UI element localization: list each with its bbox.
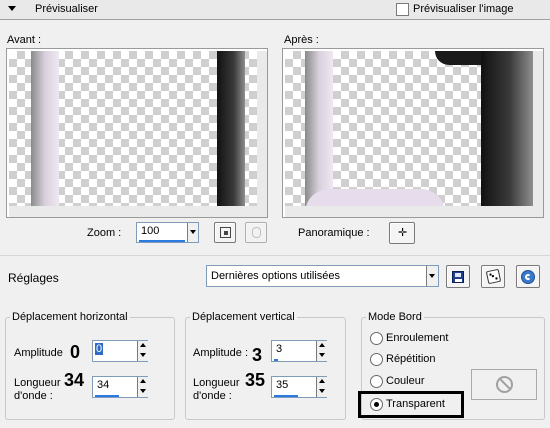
preview-image-label[interactable]: Prévisualiser l'image [413, 3, 514, 15]
settings-divider [0, 255, 550, 256]
vertical-wavelength-bar [274, 395, 298, 397]
zoom-dropdown-button[interactable] [187, 223, 198, 242]
after-vertical-scrollbar[interactable] [533, 51, 543, 217]
save-preset-button[interactable] [446, 265, 470, 288]
vertical-wavelength-label-1: Longueur [193, 377, 240, 389]
save-disk-icon [452, 271, 464, 283]
horizontal-amplitude-value[interactable]: 0 [95, 343, 104, 355]
horizontal-title: Déplacement horizontal [10, 311, 130, 323]
zoom-value[interactable]: 100 [141, 225, 159, 237]
preset-dropdown-button[interactable] [426, 266, 438, 286]
horizontal-wavelength-bar [95, 395, 119, 397]
pan-label: Panoramique : [298, 227, 370, 239]
random-button[interactable] [481, 265, 505, 288]
radio-repetition[interactable] [370, 353, 383, 366]
pan-button[interactable]: ✛ [389, 222, 415, 244]
spin-up-icon[interactable] [319, 379, 325, 383]
vertical-amplitude-value[interactable]: 3 [276, 343, 282, 355]
vertical-wavelength-arrows[interactable] [316, 377, 327, 397]
radio-transparent[interactable] [370, 398, 383, 411]
vertical-title: Déplacement vertical [190, 311, 297, 323]
dropdown-arrow-icon [190, 230, 196, 234]
horizontal-wavelength-stepper[interactable]: 34 [92, 376, 148, 398]
preview-title: Prévisualiser [35, 3, 98, 15]
fit-window-icon [220, 227, 231, 238]
dice-icon [485, 268, 502, 285]
zoom-level-bar [139, 240, 185, 242]
vertical-amplitude-stepper[interactable]: 3 [271, 340, 327, 362]
spin-down-icon[interactable] [140, 389, 146, 393]
after-bar-dark [481, 51, 533, 206]
horizontal-amplitude-stepper[interactable]: 0 [92, 340, 148, 362]
edge-option-repetition[interactable]: Répétition [386, 353, 436, 365]
vertical-amplitude-bar [274, 359, 278, 361]
vertical-wavelength-value[interactable]: 35 [276, 379, 288, 391]
horizontal-wavelength-annotation: 34 [64, 370, 85, 390]
magnifier-icon [252, 227, 261, 238]
horizontal-wavelength-arrows[interactable] [137, 377, 148, 397]
zoom-label: Zoom : [87, 227, 122, 239]
zoom-tool-button[interactable] [245, 222, 267, 243]
vertical-wavelength-annotation: 35 [245, 370, 266, 390]
vertical-group [185, 317, 346, 420]
radio-couleur[interactable] [370, 375, 383, 388]
collapse-arrow-icon[interactable] [8, 6, 16, 11]
spin-down-icon[interactable] [140, 353, 146, 357]
vertical-amplitude-arrows[interactable] [316, 341, 327, 361]
after-label: Après : [284, 34, 319, 46]
vertical-wavelength-stepper[interactable]: 35 [271, 376, 327, 398]
preset-dropdown[interactable]: Dernières options utilisées [206, 265, 439, 287]
before-label: Avant : [7, 34, 42, 46]
before-bar-dark [217, 51, 245, 206]
after-preview[interactable] [282, 48, 544, 218]
spin-up-icon[interactable] [140, 343, 146, 347]
vertical-wavelength-label-2: d'onde : [193, 390, 232, 402]
before-horizontal-scrollbar[interactable] [9, 206, 257, 217]
horizontal-wavelength-label-2: d'onde : [14, 390, 53, 402]
horizontal-group [5, 317, 175, 420]
reset-button[interactable] [516, 265, 540, 288]
spin-up-icon[interactable] [319, 343, 325, 347]
spin-up-icon[interactable] [140, 379, 146, 383]
before-preview[interactable] [6, 48, 268, 218]
before-vertical-scrollbar[interactable] [257, 51, 267, 217]
color-swatch-button[interactable] [471, 369, 537, 400]
edge-option-transparent[interactable]: Transparent [386, 398, 445, 410]
radio-enroulement[interactable] [370, 332, 383, 345]
horizontal-wavelength-label-1: Longueur [14, 377, 61, 389]
before-bar-light [31, 51, 59, 206]
horizontal-amplitude-label: Amplitude [14, 347, 63, 359]
zoom-fit-button[interactable] [214, 222, 236, 243]
horizontal-wavelength-value[interactable]: 34 [97, 379, 109, 391]
move-cross-icon: ✛ [398, 227, 408, 239]
settings-label: Réglages [8, 271, 59, 285]
before-canvas [9, 51, 257, 206]
edge-option-couleur[interactable]: Couleur [386, 375, 425, 387]
edge-mode-title: Mode Bord [366, 311, 424, 323]
spin-down-icon[interactable] [319, 389, 325, 393]
horizontal-amplitude-annotation: 0 [70, 342, 81, 362]
horizontal-amplitude-arrows[interactable] [137, 341, 148, 361]
after-horizontal-scrollbar[interactable] [285, 206, 533, 217]
spin-down-icon[interactable] [319, 353, 325, 357]
zoom-stepper[interactable]: 100 [136, 222, 199, 243]
after-canvas [285, 51, 533, 206]
after-wave-bottom [305, 189, 445, 206]
dropdown-arrow-icon [429, 274, 435, 278]
preview-image-checkbox[interactable] [396, 3, 409, 16]
header-divider [0, 19, 550, 20]
preset-value[interactable]: Dernières options utilisées [211, 270, 340, 282]
after-bar-light [305, 51, 333, 206]
vertical-amplitude-annotation: 3 [252, 345, 263, 365]
vertical-amplitude-label: Amplitude : [193, 347, 249, 359]
reset-arrow-icon [521, 270, 535, 284]
edge-option-enroulement[interactable]: Enroulement [386, 332, 448, 344]
no-color-icon [496, 376, 513, 393]
